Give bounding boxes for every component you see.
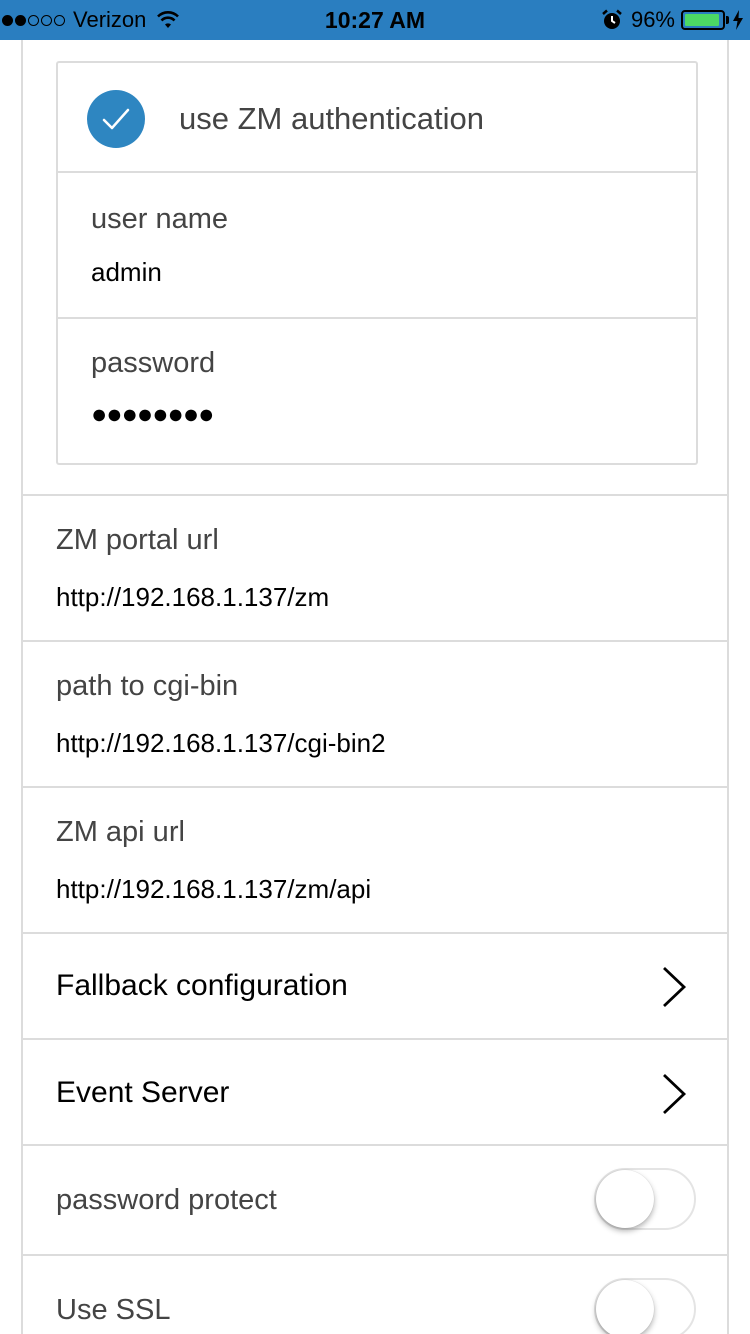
password-protect-row: password protect bbox=[23, 1144, 727, 1254]
password-protect-toggle[interactable] bbox=[594, 1168, 696, 1230]
auth-checkbox[interactable] bbox=[87, 90, 145, 148]
auth-card: use ZM authentication user name admin pa… bbox=[56, 61, 698, 465]
charging-bolt-icon bbox=[733, 10, 743, 30]
use-ssl-toggle[interactable] bbox=[594, 1278, 696, 1334]
status-bar: Verizon 10:27 AM 96% bbox=[0, 0, 750, 40]
username-value[interactable]: admin bbox=[91, 257, 162, 288]
cgi-bin-field[interactable]: path to cgi-bin http://192.168.1.137/cgi… bbox=[23, 640, 727, 786]
chevron-right-icon bbox=[663, 966, 687, 1008]
username-field[interactable]: user name admin bbox=[58, 173, 696, 319]
battery-percent: 96% bbox=[630, 7, 675, 32]
portal-url-field[interactable]: ZM portal url http://192.168.1.137/zm bbox=[23, 494, 727, 640]
battery-tip bbox=[726, 16, 729, 24]
portal-url-label: ZM portal url bbox=[56, 524, 219, 556]
battery-fill bbox=[685, 14, 720, 26]
password-label: password bbox=[91, 347, 216, 379]
use-ssl-row: Use SSL bbox=[23, 1254, 727, 1334]
use-ssl-label: Use SSL bbox=[56, 1294, 171, 1326]
fallback-config-row[interactable]: Fallback configuration bbox=[23, 932, 727, 1038]
portal-url-value[interactable]: http://192.168.1.137/zm bbox=[56, 582, 329, 613]
status-bar-right: 96% bbox=[601, 5, 744, 35]
password-protect-label: password protect bbox=[56, 1184, 277, 1216]
password-field[interactable]: password ●●●●●●●● bbox=[58, 319, 696, 465]
api-url-field[interactable]: ZM api url http://192.168.1.137/zm/api bbox=[23, 786, 727, 932]
settings-list: use ZM authentication user name admin pa… bbox=[21, 40, 729, 1334]
chevron-right-icon bbox=[663, 1073, 687, 1115]
use-zm-auth-label: use ZM authentication bbox=[179, 101, 485, 136]
use-zm-auth-row[interactable]: use ZM authentication bbox=[58, 63, 696, 173]
toggle-knob bbox=[596, 1170, 654, 1228]
toggle-knob bbox=[596, 1280, 654, 1334]
api-url-value[interactable]: http://192.168.1.137/zm/api bbox=[56, 874, 371, 905]
alarm-icon bbox=[602, 9, 622, 29]
cgi-bin-label: path to cgi-bin bbox=[56, 670, 239, 702]
checkmark-icon bbox=[102, 108, 130, 130]
fallback-config-label: Fallback configuration bbox=[56, 969, 348, 1002]
event-server-label: Event Server bbox=[56, 1076, 230, 1109]
username-label: user name bbox=[91, 203, 229, 235]
api-url-label: ZM api url bbox=[56, 816, 185, 848]
battery-icon bbox=[681, 10, 725, 30]
event-server-row[interactable]: Event Server bbox=[23, 1038, 727, 1144]
cgi-bin-value[interactable]: http://192.168.1.137/cgi-bin2 bbox=[56, 728, 386, 759]
password-value[interactable]: ●●●●●●●● bbox=[91, 399, 214, 430]
